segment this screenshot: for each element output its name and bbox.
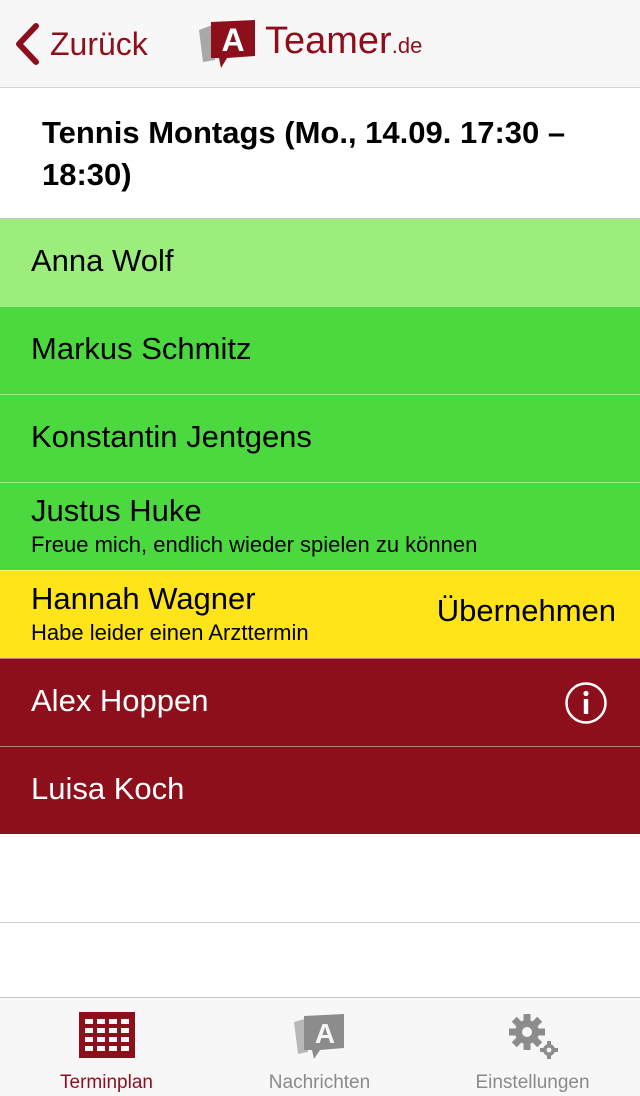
participant-name: Hannah Wagner [31,581,256,616]
participant-row-konstantin-jentgens[interactable]: Konstantin Jentgens [0,394,640,482]
event-title: Tennis Montags (Mo., 14.09. 17:30 – 18:3… [42,115,566,192]
participant-list: Anna Wolf Markus Schmitz Konstantin Jent… [0,218,640,834]
list-separator [0,922,640,923]
messages-icon: A [293,1014,344,1059]
participant-name: Markus Schmitz [31,331,252,366]
participant-comment: Freue mich, endlich wieder spielen zu kö… [31,532,478,557]
participant-name: Konstantin Jentgens [31,419,312,454]
calendar-grid-icon [78,1012,135,1058]
tab-einstellungen[interactable]: Einstellungen [426,998,639,1096]
app-screen: Zurück A Teamer.de Tennis Montags (Mo., … [0,0,640,1096]
brand-wordmark: Teamer.de [265,16,422,71]
brand-tld: .de [391,32,423,58]
participant-row-hannah-wagner[interactable]: Hannah Wagner Habe leider einen Arztterm… [0,570,640,658]
participant-name: Alex Hoppen [31,683,209,718]
participant-row-markus-schmitz[interactable]: Markus Schmitz [0,306,640,394]
participant-name: Justus Huke [31,493,202,528]
participant-comment: Habe leider einen Arzttermin [31,620,309,645]
participant-name: Luisa Koch [31,771,185,806]
brand-word: Teamer [265,19,392,62]
participant-row-luisa-koch[interactable]: Luisa Koch [0,746,640,834]
tab-label: Nachrichten [268,1072,371,1093]
chevron-left-icon [16,23,39,65]
back-button-label: Zurück [50,26,148,62]
tab-label: Terminplan [60,1072,153,1093]
tab-bar: Terminplan A Nachrichten Einstellungen [0,997,640,1096]
take-over-button[interactable]: Übernehmen [437,593,616,629]
info-icon[interactable] [564,681,608,725]
tab-nachrichten[interactable]: A Nachrichten [213,998,426,1096]
navigation-bar: Zurück A Teamer.de [0,0,640,88]
participant-row-alex-hoppen[interactable]: Alex Hoppen [0,658,640,746]
participant-row-justus-huke[interactable]: Justus Huke Freue mich, endlich wieder s… [0,482,640,570]
teamer-logo-icon: A [199,20,255,68]
tab-terminplan[interactable]: Terminplan [0,998,213,1096]
participant-name: Anna Wolf [31,243,174,278]
svg-text:A: A [314,1018,334,1049]
brand-logo: A Teamer.de [197,16,422,70]
participant-row-anna-wolf[interactable]: Anna Wolf [0,218,640,306]
tab-label: Einstellungen [475,1072,590,1093]
back-button[interactable]: Zurück [12,18,148,70]
gear-icon [508,1014,558,1059]
svg-text:A: A [221,22,244,58]
